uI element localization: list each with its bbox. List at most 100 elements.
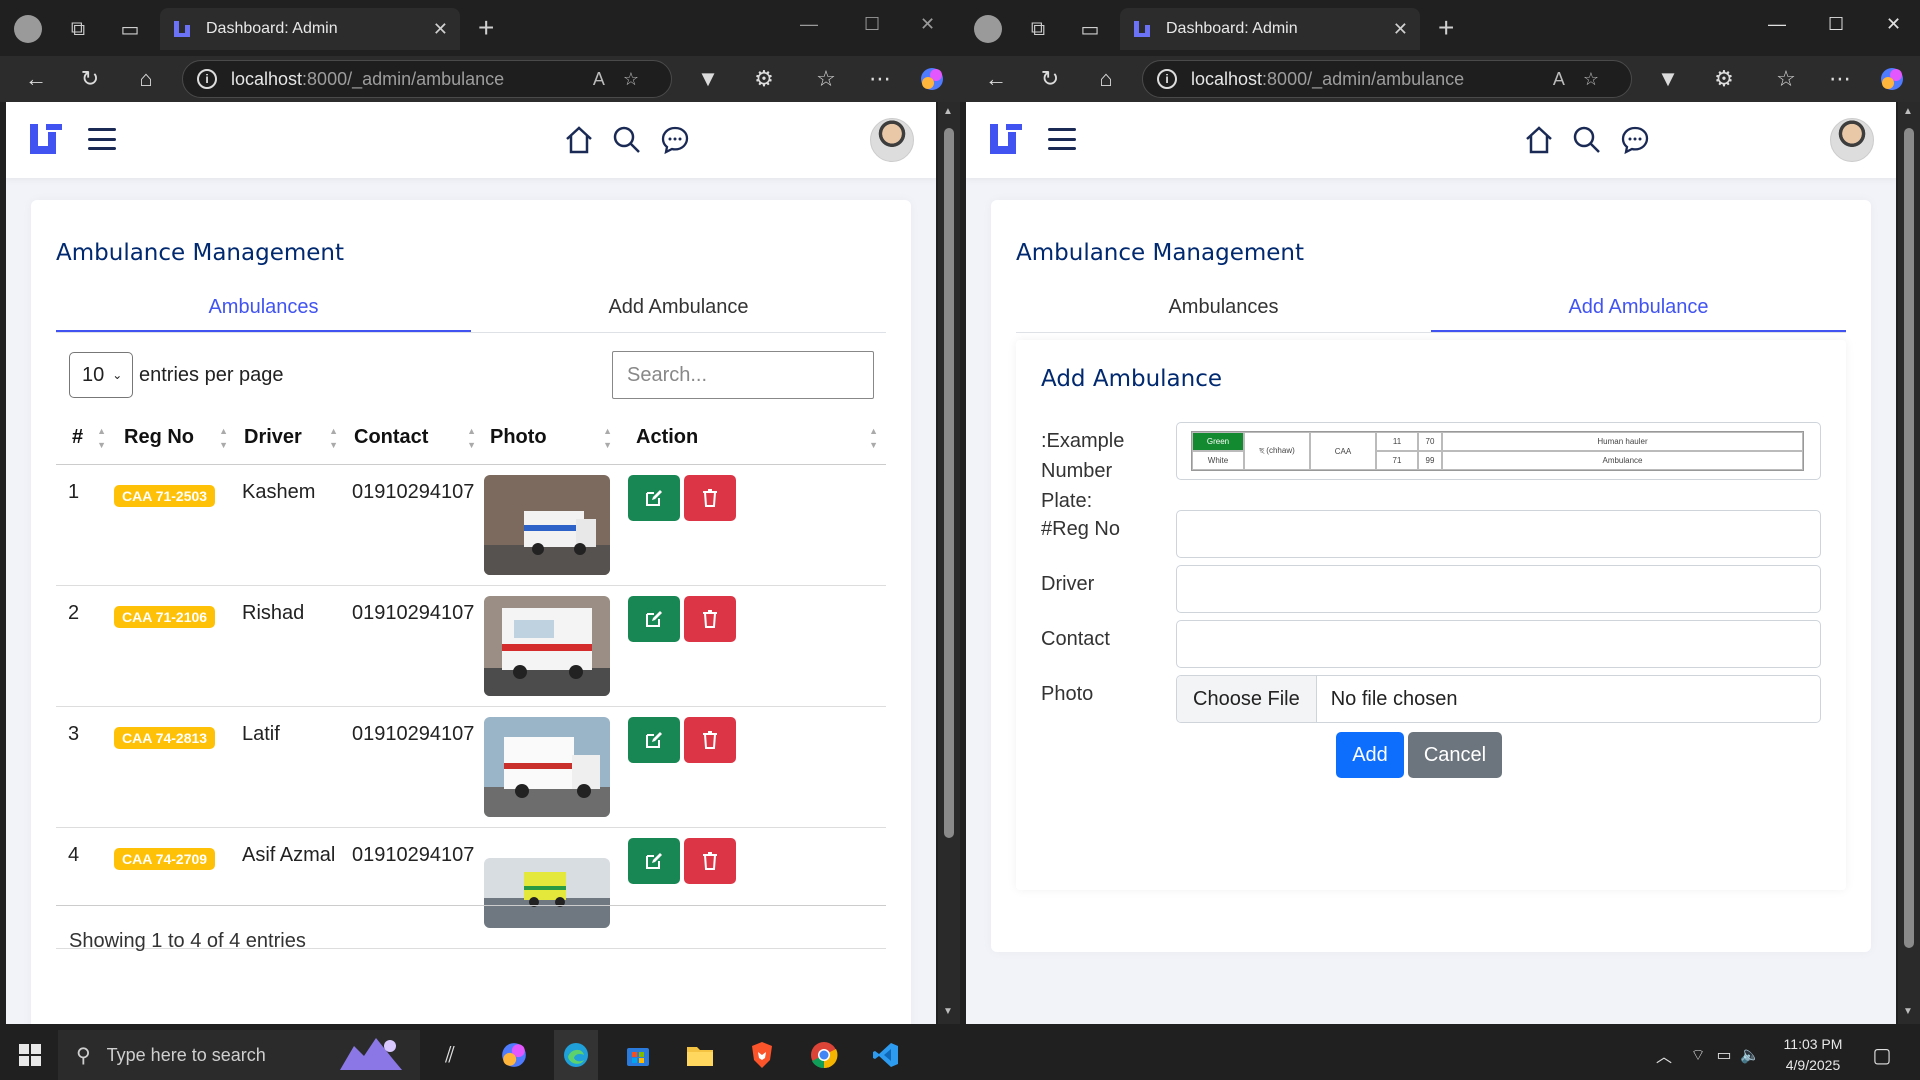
address-bar[interactable]: i localhost:8000/_admin/ambulance A☆: [1142, 60, 1632, 98]
scroll-thumb[interactable]: [944, 128, 954, 838]
favorites-icon[interactable]: ☆: [812, 65, 840, 93]
brave-taskbar-icon[interactable]: [740, 1030, 784, 1080]
refresh-icon[interactable]: ↻: [1036, 65, 1064, 93]
more-menu-icon[interactable]: ⋯: [866, 65, 894, 93]
chrome-taskbar-icon[interactable]: [802, 1030, 846, 1080]
home-nav-icon[interactable]: [563, 124, 595, 156]
tab-add-ambulance[interactable]: Add Ambulance: [1431, 285, 1846, 332]
ambulance-photo[interactable]: [484, 595, 610, 696]
tray-overflow-icon[interactable]: ︿: [1652, 1030, 1676, 1080]
column-header-driver[interactable]: Driver ▲ ▼: [236, 412, 346, 465]
home-icon[interactable]: ⌂: [132, 65, 160, 93]
workspaces-icon[interactable]: ⧉: [64, 15, 92, 43]
new-tab-icon[interactable]: +: [478, 14, 494, 42]
workspaces-icon[interactable]: ⧉: [1024, 15, 1052, 43]
home-icon[interactable]: ⌂: [1092, 65, 1120, 93]
driver-input[interactable]: [1176, 565, 1821, 613]
tab-add-ambulance[interactable]: Add Ambulance: [471, 285, 886, 332]
site-info-icon[interactable]: i: [197, 69, 217, 89]
new-tab-icon[interactable]: +: [1438, 14, 1454, 42]
copilot-taskbar-icon[interactable]: [492, 1030, 536, 1080]
delete-button[interactable]: [684, 837, 736, 884]
cancel-button[interactable]: Cancel: [1408, 732, 1502, 778]
column-header-reg[interactable]: Reg No ▲ ▼: [114, 412, 236, 465]
extension-vpn-icon[interactable]: ▼: [694, 65, 722, 93]
edit-button[interactable]: [628, 837, 680, 884]
extensions-icon[interactable]: ⚙: [750, 65, 778, 93]
app-logo-icon[interactable]: [28, 122, 64, 156]
photo-file-input[interactable]: Choose File No file chosen: [1176, 675, 1821, 723]
back-icon[interactable]: ←: [982, 65, 1010, 93]
address-bar[interactable]: i localhost:8000/_admin/ambulance A☆: [182, 60, 672, 98]
refresh-icon[interactable]: ↻: [76, 65, 104, 93]
copilot-icon[interactable]: [1878, 65, 1906, 93]
battery-icon[interactable]: ▭: [1712, 1030, 1736, 1080]
tab-actions-icon[interactable]: ▭: [116, 15, 144, 43]
tab-ambulances[interactable]: Ambulances: [56, 285, 471, 332]
page-scrollbar[interactable]: ▲ ▼: [1898, 102, 1920, 1024]
column-header-number[interactable]: # ▲ ▼: [56, 412, 114, 465]
taskbar-search[interactable]: ⚲ Type here to search: [58, 1030, 420, 1080]
favorites-icon[interactable]: ☆: [1772, 65, 1800, 93]
profile-icon[interactable]: [974, 15, 1002, 43]
close-tab-icon[interactable]: ✕: [433, 19, 448, 40]
menu-toggle-icon[interactable]: [1048, 128, 1076, 150]
messages-icon[interactable]: [1619, 124, 1651, 156]
read-aloud-favorite-icons[interactable]: A☆: [1553, 69, 1617, 90]
entries-select[interactable]: 10 ⌄: [69, 352, 133, 398]
page-scrollbar[interactable]: ▲ ▼: [938, 102, 960, 1024]
ambulance-photo[interactable]: [484, 716, 610, 817]
edit-button[interactable]: [628, 716, 680, 763]
task-view-icon[interactable]: ⫽: [430, 1030, 470, 1080]
messages-icon[interactable]: [659, 124, 691, 156]
file-explorer-icon[interactable]: [678, 1030, 722, 1080]
column-header-action[interactable]: Action ▲ ▼: [620, 412, 886, 465]
start-button[interactable]: [10, 1030, 50, 1080]
edge-taskbar-icon[interactable]: [554, 1030, 598, 1080]
system-clock[interactable]: 11:03 PM 4/9/2025: [1768, 1034, 1858, 1076]
delete-button[interactable]: [684, 595, 736, 642]
menu-toggle-icon[interactable]: [88, 128, 116, 150]
search-nav-icon[interactable]: [1571, 124, 1603, 156]
maximize-icon[interactable]: ☐: [1828, 14, 1844, 35]
reg-no-input[interactable]: [1176, 510, 1821, 558]
column-header-photo[interactable]: Photo ▲ ▼: [484, 412, 620, 465]
user-avatar[interactable]: [870, 118, 914, 162]
edit-button[interactable]: [628, 474, 680, 521]
browser-tab[interactable]: Dashboard: Admin ✕: [160, 8, 460, 50]
more-menu-icon[interactable]: ⋯: [1826, 65, 1854, 93]
tab-ambulances[interactable]: Ambulances: [1016, 285, 1431, 332]
ambulance-photo[interactable]: [484, 857, 610, 928]
scroll-down-icon[interactable]: ▼: [943, 1006, 953, 1017]
read-aloud-favorite-icons[interactable]: A☆: [593, 69, 657, 90]
delete-button[interactable]: [684, 474, 736, 521]
ambulance-photo[interactable]: [484, 474, 610, 575]
notifications-icon[interactable]: ▢: [1864, 1030, 1900, 1080]
app-logo-icon[interactable]: [988, 122, 1024, 156]
contact-input[interactable]: [1176, 620, 1821, 668]
minimize-icon[interactable]: —: [800, 14, 818, 35]
delete-button[interactable]: [684, 716, 736, 763]
profile-icon[interactable]: [14, 15, 42, 43]
browser-tab[interactable]: Dashboard: Admin ✕: [1120, 8, 1420, 50]
search-input[interactable]: Search...: [612, 351, 874, 399]
user-avatar[interactable]: [1830, 118, 1874, 162]
home-nav-icon[interactable]: [1523, 124, 1555, 156]
add-button[interactable]: Add: [1336, 732, 1404, 778]
scroll-down-icon[interactable]: ▼: [1903, 1006, 1913, 1017]
scroll-up-icon[interactable]: ▲: [1903, 106, 1913, 117]
scroll-thumb[interactable]: [1904, 128, 1914, 948]
network-icon[interactable]: ⌔: [1686, 1030, 1710, 1080]
extensions-icon[interactable]: ⚙: [1710, 65, 1738, 93]
minimize-icon[interactable]: —: [1768, 14, 1786, 35]
close-window-icon[interactable]: ✕: [920, 14, 935, 35]
search-nav-icon[interactable]: [611, 124, 643, 156]
column-header-contact[interactable]: Contact ▲ ▼: [346, 412, 484, 465]
copilot-icon[interactable]: [918, 65, 946, 93]
maximize-icon[interactable]: ☐: [864, 14, 880, 35]
volume-icon[interactable]: 🔈: [1738, 1030, 1762, 1080]
extension-vpn-icon[interactable]: ▼: [1654, 65, 1682, 93]
vscode-taskbar-icon[interactable]: [864, 1030, 908, 1080]
store-taskbar-icon[interactable]: [616, 1030, 660, 1080]
close-tab-icon[interactable]: ✕: [1393, 19, 1408, 40]
